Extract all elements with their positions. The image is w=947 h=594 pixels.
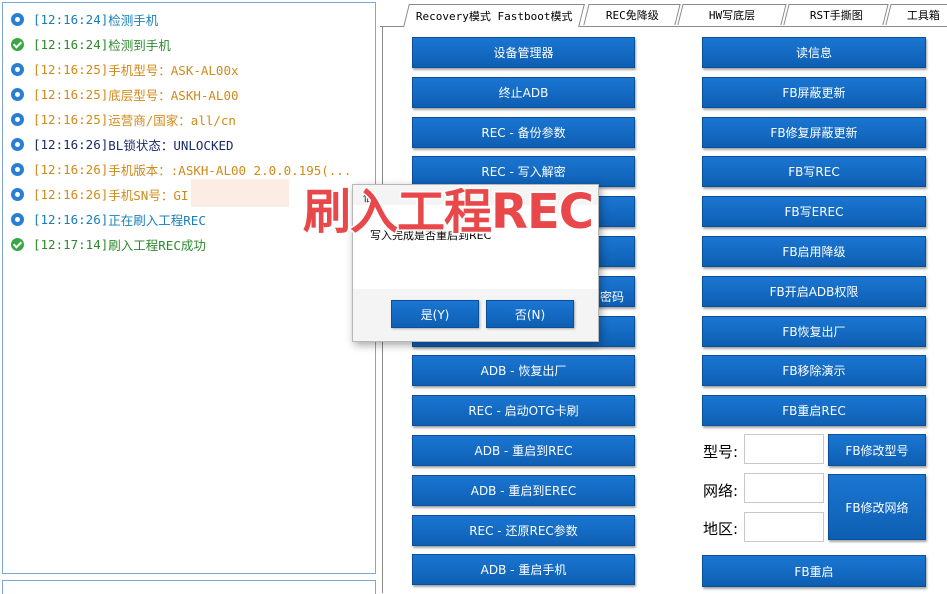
log-line: [12:16:26] 正在刷入工程REC [11,209,206,229]
tab-toolbox[interactable]: 工具箱 [885,4,947,25]
info-circle-icon [11,62,24,76]
log-text: 检测手机 [108,12,159,28]
info-circle-icon [11,187,24,201]
log-time: [12:16:26] [33,161,109,177]
log-time: [12:16:25] [33,61,109,77]
right-action-button-9[interactable]: FB重启REC [702,395,926,427]
log-time: [12:16:25] [33,111,109,127]
log-text: 手机型号：ASK-AL00x [108,62,239,78]
dialog-yes-button[interactable]: 是(Y) [391,300,479,328]
left-action-button-2[interactable]: REC - 备份参数 [412,116,635,148]
check-circle-icon [11,237,24,251]
log-text: 检测到手机 [108,37,171,53]
tab-recovery-fastboot[interactable]: Recovery模式 Fastboot模式 [403,4,585,27]
overlay-caption: 刷入工程REC [302,183,596,242]
log-line: [12:16:25] 手机型号：ASK-AL00x [11,59,239,79]
right-action-button-1[interactable]: FB屏蔽更新 [702,76,926,108]
check-circle-icon [11,37,24,51]
left-action-button-11[interactable]: ADB - 重启到EREC [412,474,635,506]
right-action-button-8[interactable]: FB移除演示 [702,355,926,387]
log-time: [12:16:26] [33,186,109,202]
right-action-button-0[interactable]: 读信息 [702,37,926,68]
region-input[interactable] [744,512,824,542]
fb-modify-network-button[interactable]: FB修改网络 [828,474,926,540]
log-time: [12:16:26] [33,136,109,152]
left-action-button-13[interactable]: ADB - 重启手机 [412,554,635,586]
log-line: [12:16:26] 手机版本：:ASKH-AL00 2.0.0.195(... [11,159,351,179]
left-action-button-8[interactable]: ADB - 恢复出厂 [412,355,635,387]
info-circle-icon [11,212,24,226]
info-circle-icon [11,87,24,101]
log-line: [12:16:24] 检测到手机 [11,34,171,54]
log-line: [12:16:26] BL锁状态：UNLOCKED [11,134,234,154]
log-panel: [12:16:24] 检测手机 [12:16:24] 检测到手机 [12:16:25… [2,2,376,574]
log-time: [12:16:26] [33,211,109,227]
log-time: [12:16:24] [33,36,109,52]
info-circle-icon [11,162,24,176]
log-line: [12:17:14] 刷入工程REC成功 [11,234,206,254]
left-action-button-12[interactable]: REC - 还原REC参数 [412,514,635,546]
region-label: 地区: [703,520,739,538]
tab-hw-write-bottom[interactable]: HW写底层 [677,4,787,25]
log-time: [12:16:24] [33,11,109,27]
network-label: 网络: [703,482,739,500]
left-action-button-10[interactable]: ADB - 重启到REC [412,435,635,466]
log-line: [12:16:25] 运营商/国家：all/cn [11,109,236,129]
log-text: 刷入工程REC成功 [108,237,206,253]
info-circle-icon [11,12,24,26]
left-action-button-9[interactable]: REC - 启动OTG卡刷 [412,395,635,427]
log-line: [12:16:26] 手机SN号：GI [11,184,188,204]
log-bottom-panel [2,580,376,594]
model-label: 型号: [703,443,739,461]
right-action-button-2[interactable]: FB修复屏蔽更新 [702,116,926,148]
tab-rec-no-downgrade[interactable]: REC免降级 [583,4,681,25]
network-input[interactable] [744,473,824,503]
right-action-button-7[interactable]: FB恢复出厂 [702,315,926,347]
fb-modify-model-button[interactable]: FB修改型号 [828,434,926,466]
right-action-button-3[interactable]: FB写REC [702,156,926,188]
right-action-button-5[interactable]: FB启用降级 [702,236,926,267]
right-action-button-4[interactable]: FB写EREC [702,196,926,228]
info-circle-icon [11,137,24,151]
dialog-no-button[interactable]: 否(N) [486,300,574,328]
log-text: 底层型号：ASKH-AL00 [108,87,239,103]
left-action-button-0[interactable]: 设备管理器 [412,37,635,68]
tab-bar: Recovery模式 Fastboot模式 REC免降级 HW写底层 RST手撕… [380,4,947,27]
log-text: 正在刷入工程REC [108,212,206,228]
redacted-sn [191,179,289,207]
log-line: [12:16:24] 检测手机 [11,9,158,29]
log-line: [12:16:25] 底层型号：ASKH-AL00 [11,84,239,104]
log-text: 运营商/国家：all/cn [108,112,236,128]
info-circle-icon [11,112,24,126]
left-action-button-1[interactable]: 终止ADB [412,76,635,108]
log-time: [12:17:14] [33,236,109,252]
tab-rst-image[interactable]: RST手撕图 [783,4,889,25]
log-text: 手机SN号：GI [108,187,189,203]
left-button-fragment: 密码 [600,290,625,304]
fb-reboot-button[interactable]: FB重启 [702,555,926,587]
right-action-button-6[interactable]: FB开启ADB权限 [702,275,926,307]
log-text: BL锁状态：UNLOCKED [108,137,234,153]
model-input[interactable] [744,434,824,464]
log-time: [12:16:25] [33,86,109,102]
